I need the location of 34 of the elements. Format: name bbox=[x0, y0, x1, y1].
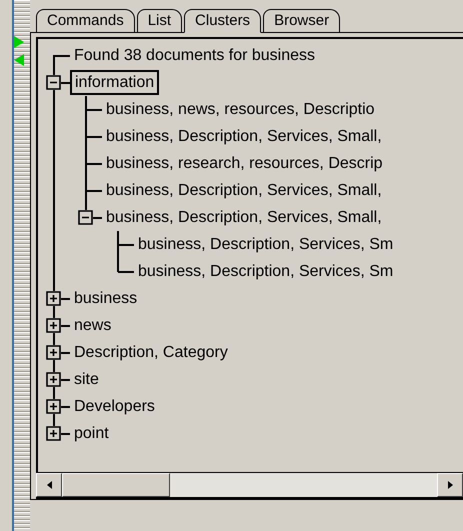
tree-item[interactable]: business, research, resources, Descrip bbox=[102, 152, 387, 175]
expand-icon[interactable] bbox=[46, 372, 61, 387]
tree-item[interactable]: Developers bbox=[70, 395, 159, 418]
tree-item[interactable]: Description, Category bbox=[70, 341, 232, 364]
tree-item[interactable]: Found 38 documents for business bbox=[70, 44, 320, 67]
expand-icon[interactable] bbox=[46, 318, 61, 333]
left-arrow-icon[interactable] bbox=[14, 54, 24, 66]
tree-item[interactable]: point bbox=[70, 422, 113, 445]
tree-item[interactable]: business, Description, Services, Small, bbox=[102, 179, 386, 202]
expand-icon[interactable] bbox=[46, 345, 61, 360]
tree-item[interactable]: information bbox=[70, 70, 160, 95]
scrollbar-thumb[interactable] bbox=[62, 473, 170, 497]
expand-icon[interactable] bbox=[46, 291, 61, 306]
tree-item[interactable]: business, Description, Services, Small, bbox=[102, 125, 386, 148]
tab[interactable]: Clusters bbox=[184, 9, 262, 33]
tab[interactable]: Commands bbox=[36, 9, 135, 32]
left-arrow-icon bbox=[46, 481, 52, 489]
collapse-icon[interactable] bbox=[78, 210, 93, 225]
tree-item[interactable]: business, news, resources, Descriptio bbox=[102, 98, 379, 121]
tree-item[interactable]: business, Description, Services, Sm bbox=[134, 260, 398, 283]
expand-icon[interactable] bbox=[46, 426, 61, 441]
right-arrow-icon[interactable] bbox=[14, 36, 24, 48]
scroll-right-button[interactable] bbox=[437, 473, 463, 497]
tree-item[interactable]: business, Description, Services, Sm bbox=[134, 233, 398, 256]
tree-item[interactable]: news bbox=[70, 314, 116, 337]
tree-item[interactable]: business bbox=[70, 287, 142, 310]
expand-icon[interactable] bbox=[46, 399, 61, 414]
tree-item[interactable]: business, Description, Services, Small, bbox=[102, 206, 386, 229]
tree-item[interactable]: site bbox=[70, 368, 103, 391]
right-arrow-icon bbox=[448, 481, 452, 489]
tab[interactable]: List bbox=[136, 9, 182, 32]
tab[interactable]: Browser bbox=[263, 9, 340, 32]
collapse-icon[interactable] bbox=[46, 75, 61, 90]
scroll-left-button[interactable] bbox=[36, 473, 62, 497]
